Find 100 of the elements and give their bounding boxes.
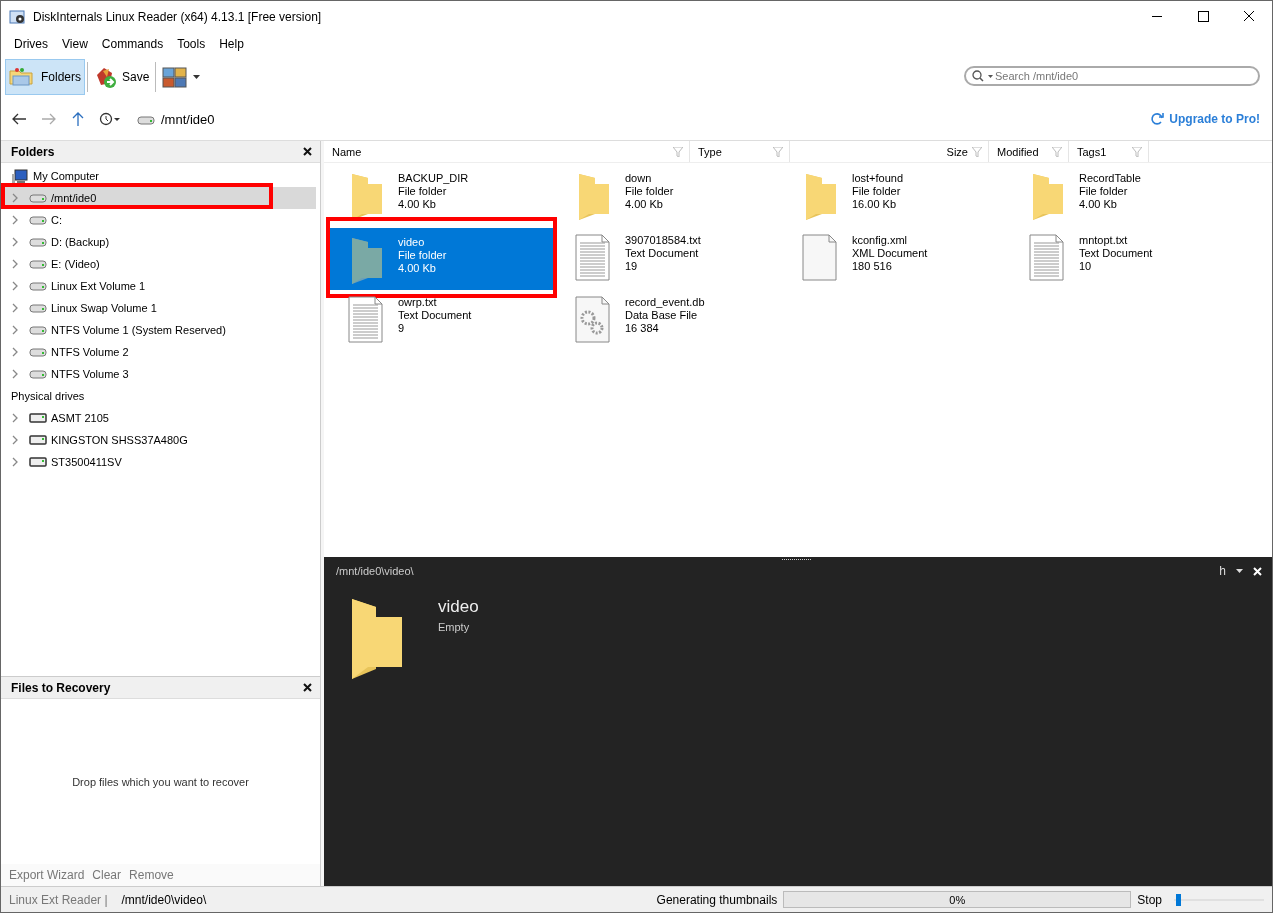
file-name: owrp.txt — [398, 296, 438, 309]
file-name: kconfig.xml — [852, 234, 909, 247]
status-path: /mnt/ide0\video\ — [121, 892, 207, 907]
file-name: video — [398, 236, 426, 249]
file-type: File folder — [1079, 185, 1129, 198]
tree-item[interactable]: ASMT 2105 — [1, 407, 316, 429]
menu-item[interactable]: Commands — [94, 37, 171, 51]
file-size: 9 — [398, 322, 406, 335]
tree-item[interactable]: Linux Swap Volume 1 — [1, 297, 316, 319]
column-header[interactable]: Name — [324, 141, 690, 162]
up-arrow-icon[interactable] — [71, 111, 85, 127]
back-arrow-icon[interactable] — [11, 112, 27, 126]
file-type: Text Document — [398, 309, 472, 322]
file-item[interactable]: kconfig.xml XML Document 180 516 — [780, 228, 1007, 286]
file-type: File folder — [398, 185, 448, 198]
tree-item[interactable]: E: (Video) — [1, 253, 316, 275]
tree-item[interactable]: ST3500411SV — [1, 451, 316, 473]
file-item[interactable]: owrp.txt Text Document 9 — [326, 290, 553, 348]
path-text: /mnt/ide0 — [161, 111, 215, 127]
file-name: BACKUP_DIR — [398, 172, 469, 185]
panel-title: Files to Recovery — [11, 680, 111, 695]
caret-icon — [988, 74, 993, 78]
upgrade-link[interactable]: Upgrade to Pro! — [1150, 112, 1260, 126]
menu-item[interactable]: Help — [212, 37, 251, 51]
menu-item[interactable]: View — [55, 37, 95, 51]
slider-thumb[interactable] — [1175, 893, 1181, 906]
document-icon — [348, 296, 384, 344]
preview-detail: Empty — [438, 621, 471, 633]
tree-item[interactable]: D: (Backup) — [1, 231, 316, 253]
file-size: 4.00 Kb — [1079, 198, 1118, 211]
tree-item[interactable]: Physical drives — [1, 385, 316, 407]
action-link[interactable]: Clear — [92, 868, 122, 882]
caret-icon[interactable] — [1236, 569, 1243, 573]
window-title: DiskInternals Linux Reader (x64) 4.13.1 [Free version] — [33, 9, 322, 24]
tree-item[interactable]: C: — [1, 209, 316, 231]
file-item[interactable]: BACKUP_DIR File folder 4.00 Kb — [326, 166, 553, 224]
tree-item[interactable]: NTFS Volume 2 — [1, 341, 316, 363]
history-icon[interactable] — [99, 112, 121, 126]
close-icon[interactable] — [303, 147, 312, 156]
gear-page-icon — [575, 296, 611, 344]
tree-item[interactable]: My Computer — [1, 165, 316, 187]
file-type: File folder — [852, 185, 902, 198]
preview-title: video — [438, 597, 479, 617]
action-link[interactable]: Remove — [129, 868, 174, 882]
file-item[interactable]: down File folder 4.00 Kb — [553, 166, 780, 224]
stop-link[interactable]: Stop — [1137, 892, 1162, 907]
tree-item[interactable]: KINGSTON SHSS37A480G — [1, 429, 316, 451]
file-item[interactable]: record_event.db Data Base File 16 384 — [553, 290, 780, 348]
document-icon — [1029, 234, 1065, 282]
tree-item[interactable]: NTFS Volume 1 (System Reserved) — [1, 319, 316, 341]
caret-icon — [193, 75, 201, 79]
filter-icon — [1052, 146, 1062, 157]
column-header[interactable]: Modified — [989, 141, 1069, 162]
drop-hint: Drop files which you want to recover — [72, 775, 249, 788]
progress-bar: 0% — [783, 891, 1132, 908]
save-icon — [94, 65, 118, 89]
file-size: 4.00 Kb — [398, 198, 437, 211]
status-task: Generating thumbnails — [656, 892, 778, 907]
file-name: down — [625, 172, 653, 185]
file-item[interactable]: lost+found File folder 16.00 Kb — [780, 166, 1007, 224]
column-header[interactable]: Type — [690, 141, 790, 162]
save-button[interactable]: Save — [90, 59, 154, 95]
file-name: RecordTable — [1079, 172, 1141, 185]
file-size: 4.00 Kb — [398, 262, 437, 275]
close-icon[interactable] — [303, 683, 312, 692]
file-item[interactable]: 3907018584.txt Text Document 19 — [553, 228, 780, 286]
action-link[interactable]: Export Wizard — [9, 868, 85, 882]
column-header[interactable]: Tags1 — [1069, 141, 1149, 162]
file-type: Data Base File — [625, 309, 699, 322]
folders-button[interactable]: Folders — [5, 59, 85, 95]
menu-item[interactable]: Tools — [170, 37, 213, 51]
search-input[interactable]: Search /mnt/ide0 — [995, 70, 1252, 82]
file-name: record_event.db — [625, 296, 705, 309]
filter-icon — [773, 146, 783, 157]
app-icon — [9, 7, 27, 26]
search-field[interactable]: Search /mnt/ide0 — [964, 66, 1260, 86]
file-name: mntopt.txt — [1079, 234, 1129, 247]
file-type: XML Document — [852, 247, 928, 260]
file-size: 16 384 — [625, 322, 660, 335]
file-name: 3907018584.txt — [625, 234, 701, 247]
file-size: 16.00 Kb — [852, 198, 898, 211]
file-name: lost+found — [852, 172, 904, 185]
refresh-icon — [1150, 112, 1165, 126]
view-mode-toggle[interactable]: h — [1219, 564, 1226, 578]
document-icon — [575, 234, 611, 282]
file-type: Text Document — [625, 247, 700, 260]
column-header[interactable]: Size — [900, 141, 989, 162]
filter-icon — [972, 146, 982, 157]
file-item[interactable]: mntopt.txt Text Document 10 — [1007, 228, 1234, 286]
file-size: 19 — [625, 260, 639, 273]
file-item[interactable]: video File folder 4.00 Kb — [330, 228, 553, 290]
file-type: Text Document — [1079, 247, 1153, 260]
tree-item[interactable]: Linux Ext Volume 1 — [1, 275, 316, 297]
blank-page-icon — [802, 234, 838, 282]
file-item[interactable]: RecordTable File folder 4.00 Kb — [1007, 166, 1234, 224]
menu-item[interactable]: Drives — [7, 37, 55, 51]
file-type: File folder — [398, 249, 447, 262]
tree-item[interactable]: NTFS Volume 3 — [1, 363, 316, 385]
search-icon — [972, 70, 986, 82]
splitter-grip-icon — [782, 558, 812, 561]
